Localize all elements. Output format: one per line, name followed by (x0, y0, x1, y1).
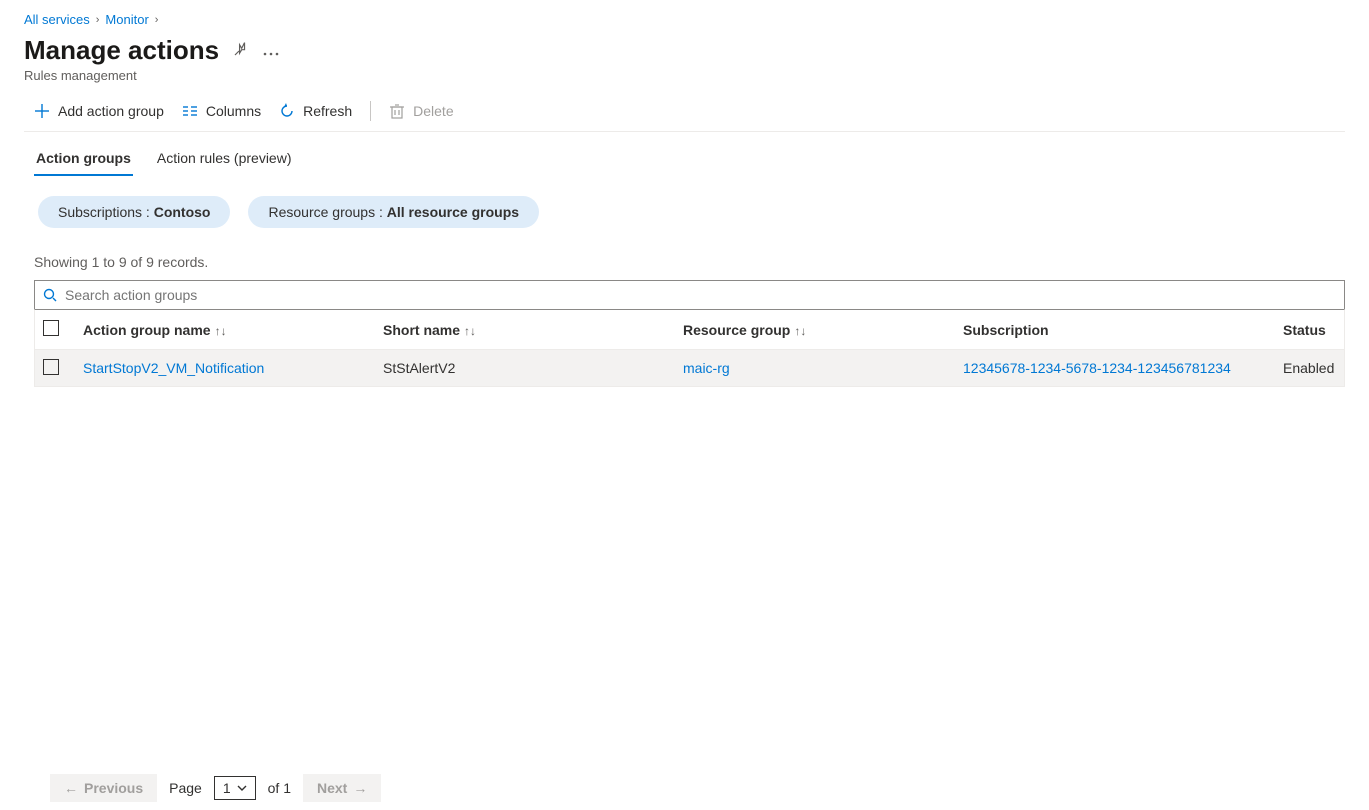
button-label: Next (317, 780, 347, 796)
filter-label: Resource groups : (268, 204, 386, 220)
column-header-status[interactable]: Status (1275, 322, 1369, 338)
columns-icon (182, 103, 198, 119)
chevron-right-icon: › (155, 14, 159, 26)
add-action-group-button[interactable]: Add action group (34, 103, 164, 119)
toolbar-label: Add action group (58, 103, 164, 119)
previous-button: ← Previous (50, 774, 157, 802)
filter-resource-groups[interactable]: Resource groups : All resource groups (248, 196, 539, 228)
of-label: of 1 (268, 780, 291, 796)
page-label: Page (169, 780, 202, 796)
row-checkbox[interactable] (43, 359, 59, 375)
filter-subscriptions[interactable]: Subscriptions : Contoso (38, 196, 230, 228)
toolbar-label: Columns (206, 103, 261, 119)
sort-icon: ↑↓ (215, 324, 227, 338)
delete-button: Delete (389, 103, 453, 119)
tabs: Action groups Action rules (preview) (24, 132, 1345, 176)
chevron-right-icon: › (96, 14, 100, 26)
search-input[interactable] (35, 281, 1344, 309)
select-all-checkbox[interactable] (43, 320, 59, 336)
resource-group-link[interactable]: maic-rg (683, 360, 730, 376)
trash-icon (389, 103, 405, 119)
cell-status: Enabled (1275, 360, 1369, 376)
toolbar-label: Delete (413, 103, 453, 119)
arrow-left-icon: ← (64, 780, 78, 796)
search-container (34, 280, 1345, 309)
toolbar-separator (370, 101, 371, 121)
page-title: Manage actions (24, 35, 219, 66)
column-header-sub[interactable]: Subscription (955, 322, 1275, 338)
subscription-link[interactable]: 12345678-1234-5678-1234-123456781234 (963, 360, 1231, 376)
refresh-icon (279, 103, 295, 119)
column-header-short[interactable]: Short name↑↓ (375, 322, 675, 338)
arrow-right-icon: → (353, 780, 367, 796)
breadcrumb: All services › Monitor › (24, 12, 1345, 27)
plus-icon (34, 103, 50, 119)
next-button: Next → (303, 774, 381, 802)
sort-icon: ↑↓ (794, 324, 806, 338)
tab-action-rules[interactable]: Action rules (preview) (155, 142, 294, 176)
search-icon (43, 288, 57, 302)
columns-button[interactable]: Columns (182, 103, 261, 119)
filter-value: All resource groups (387, 204, 519, 220)
chevron-down-icon (237, 785, 247, 791)
pin-icon[interactable] (233, 41, 249, 60)
records-count: Showing 1 to 9 of 9 records. (24, 254, 1345, 270)
cell-short-name: StStAlertV2 (375, 360, 675, 376)
table-row[interactable]: StartStopV2_VM_Notification StStAlertV2 … (35, 350, 1344, 386)
column-header-rg[interactable]: Resource group↑↓ (675, 322, 955, 338)
page-value: 1 (223, 780, 231, 796)
page-subtitle: Rules management (24, 68, 1345, 83)
filter-label: Subscriptions : (58, 204, 154, 220)
sort-icon: ↑↓ (464, 324, 476, 338)
tab-action-groups[interactable]: Action groups (34, 142, 133, 176)
pager: ← Previous Page 1 of 1 Next → (50, 774, 381, 802)
page-select[interactable]: 1 (214, 776, 256, 800)
action-group-name-link[interactable]: StartStopV2_VM_Notification (83, 360, 264, 376)
more-icon[interactable] (263, 43, 279, 59)
button-label: Previous (84, 780, 143, 796)
breadcrumb-all-services[interactable]: All services (24, 12, 90, 27)
action-groups-table: Action group name↑↓ Short name↑↓ Resourc… (34, 309, 1345, 387)
breadcrumb-monitor[interactable]: Monitor (105, 12, 148, 27)
column-header-name[interactable]: Action group name↑↓ (75, 322, 375, 338)
filter-value: Contoso (154, 204, 211, 220)
toolbar-label: Refresh (303, 103, 352, 119)
refresh-button[interactable]: Refresh (279, 103, 352, 119)
toolbar: Add action group Columns Refresh Delete (24, 101, 1345, 132)
